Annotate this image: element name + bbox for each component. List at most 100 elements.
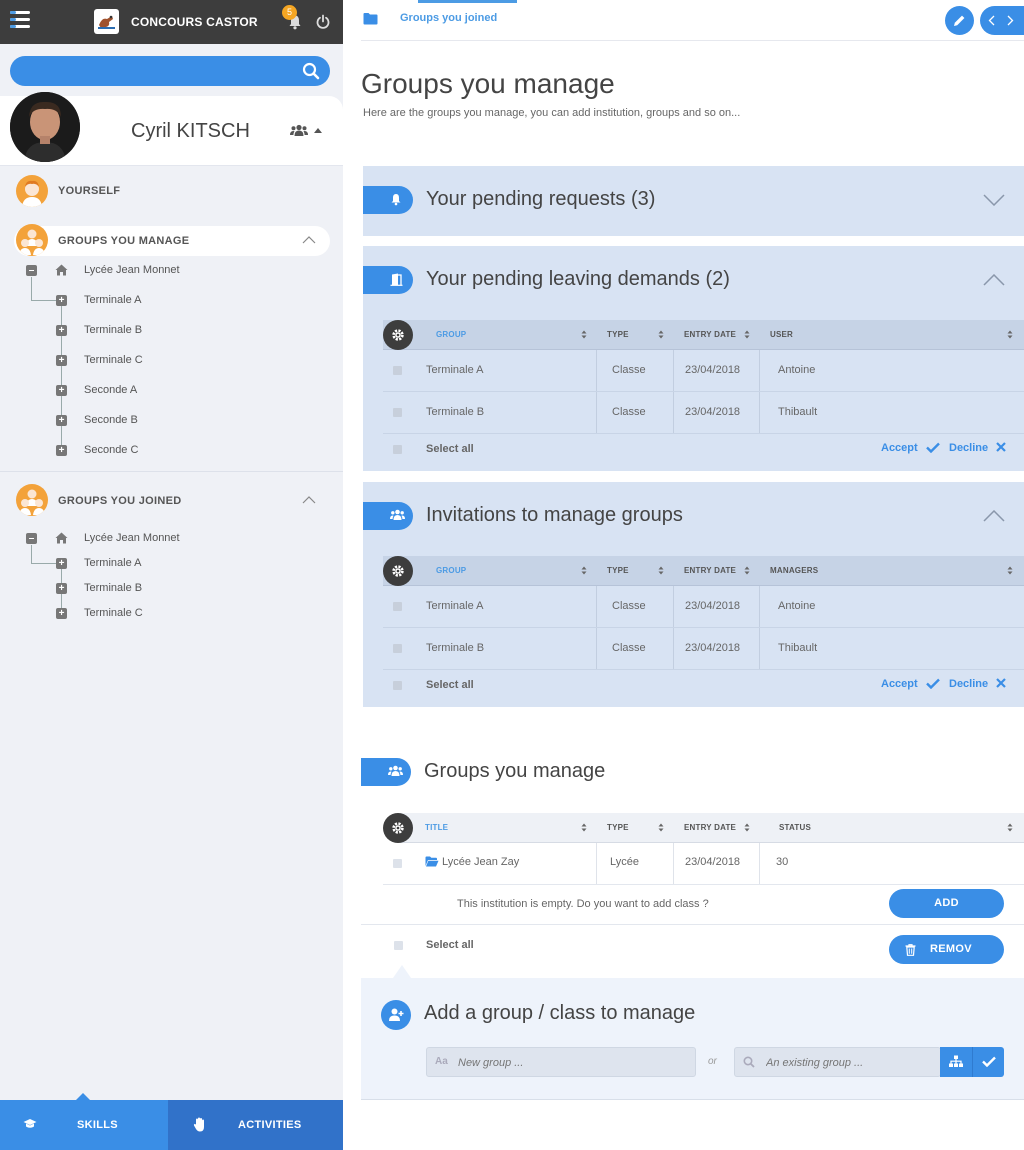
chevron-up-icon[interactable] — [983, 510, 1005, 522]
select-all-label[interactable]: Select all — [426, 443, 474, 455]
sort-icon[interactable] — [581, 330, 587, 339]
tree-item[interactable]: Seconde A — [84, 384, 137, 396]
tree-item-root[interactable]: Lycée Jean Monnet — [84, 264, 180, 276]
edit-button[interactable] — [945, 6, 974, 35]
chevron-up-icon[interactable] — [302, 496, 316, 504]
expand-icon[interactable]: + — [56, 558, 67, 569]
cell-title[interactable]: Lycée Jean Zay — [442, 856, 519, 868]
column-header-user[interactable]: USER — [770, 320, 793, 350]
expand-icon[interactable]: + — [56, 445, 67, 456]
expand-icon[interactable]: + — [56, 295, 67, 306]
sort-icon[interactable] — [658, 823, 664, 832]
confirm-add-button[interactable] — [972, 1047, 1004, 1077]
tree-item[interactable]: Terminale B — [84, 324, 142, 336]
tree-item[interactable]: Terminale B — [84, 582, 142, 594]
row-checkbox[interactable] — [393, 602, 402, 611]
column-header-entry-date[interactable]: ENTRY DATE — [684, 556, 736, 586]
tree-item[interactable]: Terminale C — [84, 607, 143, 619]
sort-icon[interactable] — [581, 566, 587, 575]
prev-next-nav[interactable] — [980, 6, 1024, 35]
row-checkbox[interactable] — [393, 366, 402, 375]
column-header-entry-date[interactable]: ENTRY DATE — [684, 320, 736, 350]
chevron-down-icon[interactable] — [983, 194, 1005, 206]
select-all-checkbox[interactable] — [394, 941, 403, 950]
select-all-label[interactable]: Select all — [426, 679, 474, 691]
folder-icon[interactable] — [363, 12, 378, 25]
expand-icon[interactable]: + — [56, 608, 67, 619]
sort-icon[interactable] — [744, 566, 750, 575]
table-row[interactable]: Terminale B Classe 23/04/2018 Thibault — [383, 392, 1024, 434]
select-all-checkbox[interactable] — [393, 681, 402, 690]
row-checkbox[interactable] — [393, 859, 402, 868]
group-tree-button[interactable] — [940, 1047, 972, 1077]
chevron-up-icon[interactable] — [983, 274, 1005, 286]
notification-count-badge: 5 — [282, 5, 297, 20]
tree-item[interactable]: Terminale A — [84, 294, 141, 306]
expand-icon[interactable]: + — [56, 385, 67, 396]
sidebar-item-yourself[interactable]: YOURSELF — [0, 175, 343, 207]
sort-icon[interactable] — [658, 566, 664, 575]
chevron-up-icon[interactable] — [302, 236, 316, 244]
sort-icon[interactable] — [1007, 823, 1013, 832]
table-row[interactable]: Lycée Jean Zay Lycée 23/04/2018 30 — [383, 843, 1024, 885]
users-icon[interactable] — [290, 124, 308, 136]
sort-icon[interactable] — [1007, 330, 1013, 339]
expand-icon[interactable]: + — [56, 583, 67, 594]
sort-icon[interactable] — [581, 823, 587, 832]
table-settings-button[interactable] — [383, 556, 413, 586]
table-row[interactable]: Terminale A Classe 23/04/2018 Antoine — [383, 586, 1024, 628]
new-group-input[interactable] — [458, 1054, 688, 1071]
expand-icon[interactable]: + — [56, 415, 67, 426]
decline-button[interactable]: Decline — [949, 442, 1006, 454]
decline-button[interactable]: Decline — [949, 678, 1006, 690]
column-header-type[interactable]: TYPE — [607, 320, 629, 350]
remove-button[interactable]: REMOV — [889, 935, 1004, 964]
column-header-group[interactable]: GROUP — [436, 556, 466, 586]
new-group-field[interactable]: Aa — [426, 1047, 696, 1077]
select-all-checkbox[interactable] — [393, 445, 402, 454]
column-header-title[interactable]: TITLE — [425, 813, 448, 843]
table-settings-button[interactable] — [383, 813, 413, 843]
menu-icon[interactable] — [10, 11, 30, 31]
sort-icon[interactable] — [744, 330, 750, 339]
column-header-type[interactable]: TYPE — [607, 556, 629, 586]
existing-group-input[interactable] — [766, 1054, 936, 1071]
accept-button[interactable]: Accept — [881, 678, 940, 690]
expand-icon[interactable]: + — [56, 355, 67, 366]
tree-item[interactable]: Seconde C — [84, 444, 138, 456]
column-header-entry-date[interactable]: ENTRY DATE — [684, 813, 736, 843]
tree-item-root[interactable]: Lycée Jean Monnet — [84, 532, 180, 544]
avatar[interactable] — [10, 92, 80, 162]
column-header-managers[interactable]: MANAGERS — [770, 556, 818, 586]
table-settings-button[interactable] — [383, 320, 413, 350]
tree-item[interactable]: Terminale A — [84, 557, 141, 569]
column-header-type[interactable]: TYPE — [607, 813, 629, 843]
sort-icon[interactable] — [658, 330, 664, 339]
table-row[interactable]: Terminale A Classe 23/04/2018 Antoine — [383, 350, 1024, 392]
power-icon[interactable] — [315, 14, 331, 30]
tree-item[interactable]: Seconde B — [84, 414, 138, 426]
column-header-group[interactable]: GROUP — [436, 320, 466, 350]
sort-icon[interactable] — [1007, 566, 1013, 575]
tab-activities[interactable]: ACTIVITIES — [168, 1100, 343, 1150]
search-icon[interactable] — [302, 62, 320, 80]
accept-button[interactable]: Accept — [881, 442, 940, 454]
column-header-status[interactable]: STATUS — [779, 813, 811, 843]
table-row[interactable]: Terminale B Classe 23/04/2018 Thibault — [383, 628, 1024, 670]
sidebar-item-groups-you-joined[interactable]: GROUPS YOU JOINED — [58, 495, 181, 507]
tree-item[interactable]: Terminale C — [84, 354, 143, 366]
search-input[interactable] — [22, 61, 292, 81]
tab-skills[interactable]: SKILLS — [0, 1093, 168, 1150]
caret-up-icon[interactable] — [314, 128, 322, 133]
collapse-icon[interactable]: – — [26, 533, 37, 544]
row-checkbox[interactable] — [393, 644, 402, 653]
collapse-icon[interactable]: – — [26, 265, 37, 276]
breadcrumb-item[interactable]: Groups you joined — [400, 12, 497, 24]
sort-icon[interactable] — [744, 823, 750, 832]
expand-icon[interactable]: + — [56, 325, 67, 336]
door-exit-icon — [390, 273, 403, 286]
select-all-label[interactable]: Select all — [426, 939, 474, 951]
row-checkbox[interactable] — [393, 408, 402, 417]
add-button[interactable]: ADD — [889, 889, 1004, 918]
existing-group-field[interactable] — [734, 1047, 941, 1077]
